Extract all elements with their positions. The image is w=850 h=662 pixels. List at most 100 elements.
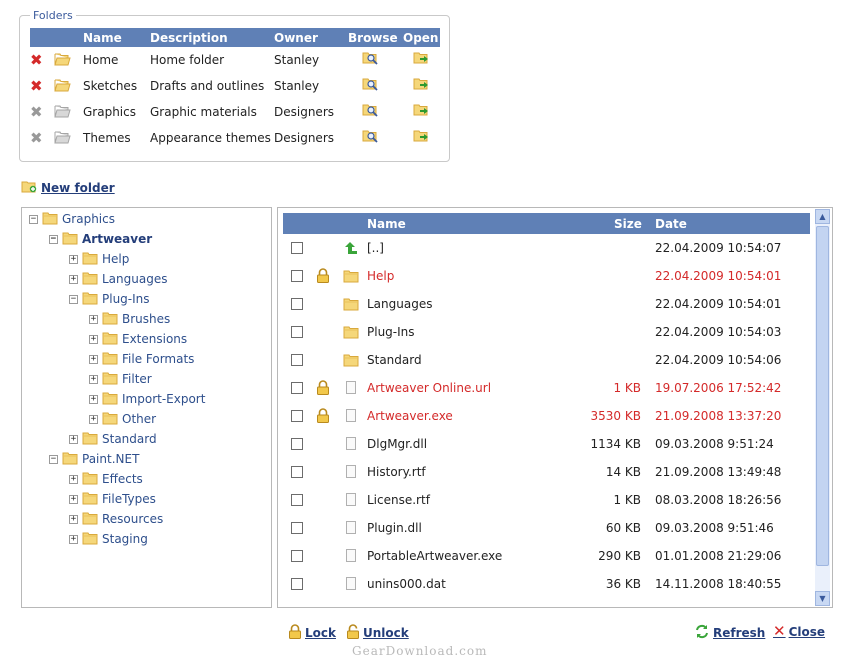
file-checkbox[interactable] <box>291 242 303 254</box>
open-icon[interactable] <box>413 129 430 147</box>
file-checkbox[interactable] <box>291 382 303 394</box>
new-folder-link[interactable]: New folder <box>21 179 115 196</box>
file-name[interactable]: Languages <box>367 297 432 311</box>
file-row[interactable]: [..] 22.04.2009 10:54:07 <box>278 234 813 262</box>
close-button[interactable]: ✕ Close <box>773 624 825 639</box>
file-name[interactable]: Plug-Ins <box>367 325 415 339</box>
file-name[interactable]: unins000.dat <box>367 577 446 591</box>
delete-icon[interactable]: ✖ <box>30 78 43 94</box>
folder-icon <box>82 271 98 288</box>
tree-node[interactable]: + Filter <box>89 369 152 389</box>
file-name[interactable]: Help <box>367 269 394 283</box>
tree-node[interactable]: − Paint.NET <box>49 449 139 469</box>
delete-icon[interactable]: ✖ <box>30 52 43 68</box>
expand-icon[interactable]: + <box>89 314 98 324</box>
file-checkbox[interactable] <box>291 494 303 506</box>
file-name[interactable]: PortableArtweaver.exe <box>367 549 502 563</box>
expand-icon[interactable]: + <box>69 534 78 544</box>
folder-icon <box>62 231 78 248</box>
expand-icon[interactable]: + <box>89 334 98 344</box>
tree-node[interactable]: + FileTypes <box>69 489 156 509</box>
tree-node[interactable]: − Plug-Ins <box>69 289 150 309</box>
tree-node[interactable]: + Staging <box>69 529 148 549</box>
open-icon[interactable] <box>413 103 430 121</box>
file-name[interactable]: Plugin.dll <box>367 521 422 535</box>
file-name[interactable]: [..] <box>367 241 384 255</box>
file-name[interactable]: DlgMgr.dll <box>367 437 427 451</box>
expand-icon[interactable]: + <box>69 434 78 444</box>
tree-node[interactable]: + Other <box>89 409 156 429</box>
refresh-button[interactable]: Refresh <box>694 624 765 642</box>
file-name[interactable]: Artweaver Online.url <box>367 381 491 395</box>
file-row[interactable]: Artweaver.exe 3530 KB 21.09.2008 13:37:20 <box>278 402 813 430</box>
collapse-icon[interactable]: − <box>49 234 58 244</box>
open-icon[interactable] <box>413 77 430 95</box>
file-name[interactable]: License.rtf <box>367 493 430 507</box>
expand-icon[interactable]: + <box>89 354 98 364</box>
file-row[interactable]: Languages 22.04.2009 10:54:01 <box>278 290 813 318</box>
expand-icon[interactable]: + <box>69 254 78 264</box>
tree-node[interactable]: + Import-Export <box>89 389 205 409</box>
collapse-icon[interactable]: − <box>49 454 58 464</box>
file-date: 21.09.2008 13:37:20 <box>655 409 782 423</box>
file-name[interactable]: History.rtf <box>367 465 426 479</box>
browse-icon[interactable] <box>362 129 379 147</box>
collapse-icon[interactable]: − <box>29 214 38 224</box>
tree-node[interactable]: + Brushes <box>89 309 170 329</box>
delete-icon[interactable]: ✖ <box>30 104 43 120</box>
file-checkbox[interactable] <box>291 522 303 534</box>
scroll-down-button[interactable]: ▼ <box>815 591 830 606</box>
expand-icon[interactable]: + <box>69 474 78 484</box>
folder-icon <box>102 391 118 408</box>
browse-icon[interactable] <box>362 51 379 69</box>
tree-node[interactable]: + Resources <box>69 509 163 529</box>
file-list-scrollbar[interactable]: ▲ ▼ <box>815 209 830 606</box>
expand-icon[interactable]: + <box>89 374 98 384</box>
expand-icon[interactable]: + <box>89 414 98 424</box>
file-checkbox[interactable] <box>291 438 303 450</box>
tree-node[interactable]: + Effects <box>69 469 143 489</box>
tree-node-label: Extensions <box>122 332 188 346</box>
delete-icon[interactable]: ✖ <box>30 130 43 146</box>
file-row[interactable]: unins000.dat 36 KB 14.11.2008 18:40:55 <box>278 570 813 598</box>
file-checkbox[interactable] <box>291 410 303 422</box>
file-row[interactable]: Help 22.04.2009 10:54:01 <box>278 262 813 290</box>
expand-icon[interactable]: + <box>69 494 78 504</box>
tree-node[interactable]: + Help <box>69 249 129 269</box>
open-icon[interactable] <box>413 51 430 69</box>
file-row[interactable]: History.rtf 14 KB 21.09.2008 13:49:48 <box>278 458 813 486</box>
file-row[interactable]: Artweaver Online.url 1 KB 19.07.2006 17:52… <box>278 374 813 402</box>
file-checkbox[interactable] <box>291 270 303 282</box>
file-row[interactable]: Standard 22.04.2009 10:54:06 <box>278 346 813 374</box>
collapse-icon[interactable]: − <box>69 294 78 304</box>
expand-icon[interactable]: + <box>69 274 78 284</box>
file-checkbox[interactable] <box>291 326 303 338</box>
tree-node[interactable]: + Extensions <box>89 329 187 349</box>
file-row[interactable]: Plugin.dll 60 KB 09.03.2008 9:51:46 <box>278 514 813 542</box>
lock-button[interactable]: Lock <box>288 624 336 642</box>
file-checkbox[interactable] <box>291 578 303 590</box>
browse-icon[interactable] <box>362 77 379 95</box>
tree-node[interactable]: + File Formats <box>89 349 194 369</box>
file-row[interactable]: PortableArtweaver.exe 290 KB 01.01.2008 21… <box>278 542 813 570</box>
file-row[interactable]: Plug-Ins 22.04.2009 10:54:03 <box>278 318 813 346</box>
file-checkbox[interactable] <box>291 466 303 478</box>
file-row[interactable]: License.rtf 1 KB 08.03.2008 18:26:56 <box>278 486 813 514</box>
scroll-up-button[interactable]: ▲ <box>815 209 830 224</box>
file-name[interactable]: Standard <box>367 353 422 367</box>
file-row[interactable]: DlgMgr.dll 1134 KB 09.03.2008 9:51:24 <box>278 430 813 458</box>
file-name[interactable]: Artweaver.exe <box>367 409 453 423</box>
unlock-button[interactable]: Unlock <box>346 624 409 642</box>
tree-node-label: Import-Export <box>122 392 206 406</box>
tree-node[interactable]: − Graphics <box>29 209 115 229</box>
file-checkbox[interactable] <box>291 354 303 366</box>
expand-icon[interactable]: + <box>69 514 78 524</box>
file-checkbox[interactable] <box>291 298 303 310</box>
browse-icon[interactable] <box>362 103 379 121</box>
file-checkbox[interactable] <box>291 550 303 562</box>
expand-icon[interactable]: + <box>89 394 98 404</box>
scroll-thumb[interactable] <box>816 226 829 566</box>
tree-node[interactable]: + Standard <box>69 429 157 449</box>
tree-node[interactable]: − Artweaver <box>49 229 152 249</box>
tree-node[interactable]: + Languages <box>69 269 167 289</box>
